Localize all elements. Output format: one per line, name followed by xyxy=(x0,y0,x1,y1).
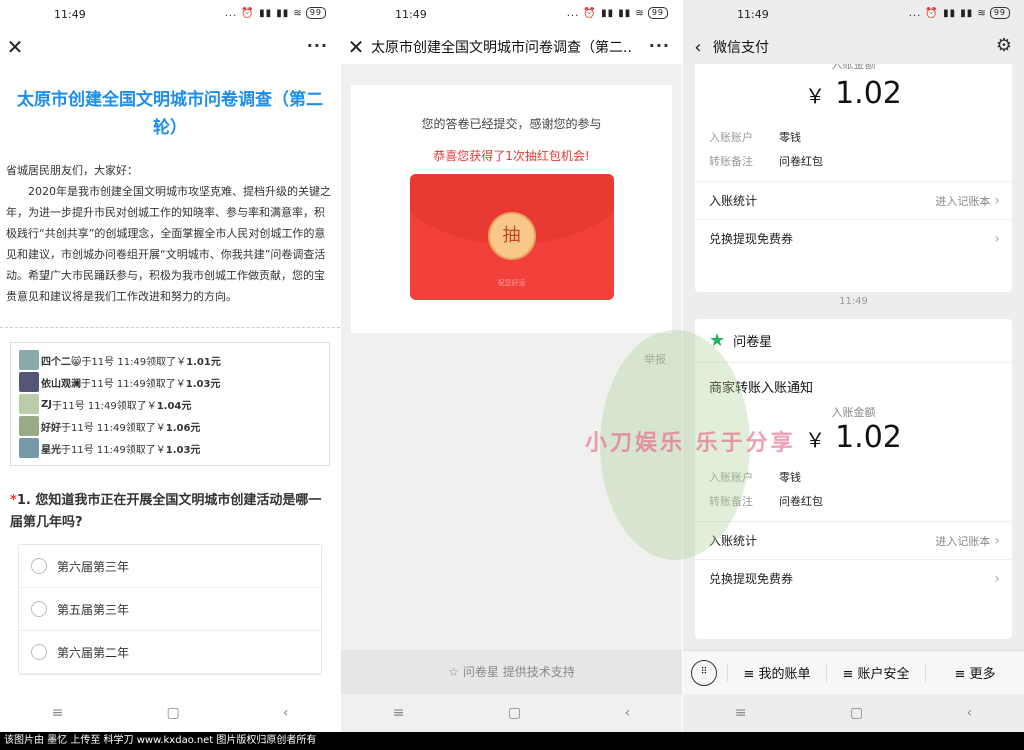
status-time: 11:49 xyxy=(395,8,427,21)
result-card: 您的答卷已经提交，感谢您的参与 恭喜您获得了1次抽红包机会! 抽 祝您好运 xyxy=(351,85,672,333)
tech-support-footer: ☆ 问卷星 提供技术支持 xyxy=(341,650,682,694)
chevron-right-icon: › xyxy=(994,532,1000,549)
radio-icon[interactable] xyxy=(31,601,47,617)
survey-body: 太原市创建全国文明城市问卷调查（第二轮） 省城居民朋友们，大家好： 2020年是… xyxy=(0,66,340,694)
menu-icon[interactable]: ≡ xyxy=(735,705,747,721)
android-nav: ≡ ▢ ‹ xyxy=(0,694,340,732)
home-icon[interactable]: ▢ xyxy=(166,705,179,721)
avatar xyxy=(19,372,39,392)
home-icon[interactable]: ▢ xyxy=(508,705,521,721)
winner-row: 依山观澜 于11号 11:49领取了￥ 1.03元 xyxy=(19,371,319,393)
battery-icon: 99 xyxy=(305,7,326,19)
survey-intro: 省城居民朋友们，大家好： 2020年是我市创建全国文明城市攻坚克难、提档升级的关… xyxy=(6,160,334,307)
back-icon[interactable]: ‹ xyxy=(283,705,289,721)
battery-icon: 99 xyxy=(989,7,1010,19)
winner-row: ZJ 于11号 11:49领取了￥ 1.04元 xyxy=(19,393,319,415)
close-icon[interactable]: ✕ xyxy=(0,35,30,59)
status-icons: ... ⏰ ▮▮ ▮▮ ≋ 99 xyxy=(225,7,326,19)
nav-bar: ‹ 微信支付 ⚙ xyxy=(683,30,1024,64)
option-3[interactable]: 第六届第二年 xyxy=(19,631,321,674)
account-row: 入账账户 零钱 xyxy=(709,131,801,144)
question-options: 第六届第三年 第五届第三年 第六届第二年 xyxy=(18,544,322,675)
stats-row[interactable]: 入账统计 进入记账本 › xyxy=(695,521,1012,559)
envelope-slogan: 祝您好运 xyxy=(497,279,526,287)
image-caption: 该图片由 墨忆 上传至 科学刀 www.kxdao.net 图片版权归原创者所有 xyxy=(0,732,1024,750)
back-icon[interactable]: ‹ xyxy=(967,705,973,721)
nav-bar: ✕ 太原市创建全国文明城市问卷调查（第二... ··· xyxy=(341,30,682,64)
battery-icon: 99 xyxy=(647,7,668,19)
message-timestamp: 11:49 xyxy=(839,296,868,307)
status-bar: 11:49 ... ⏰ ▮▮ ▮▮ ≋ 99 xyxy=(341,0,682,30)
status-time: 11:49 xyxy=(54,8,86,21)
android-nav: ≡ ▢ ‹ xyxy=(683,694,1024,732)
close-icon[interactable]: ✕ xyxy=(341,35,371,59)
status-bar: 11:49 ... ⏰ ▮▮ ▮▮ ≋ 99 xyxy=(683,0,1024,30)
keyboard-icon[interactable]: ⠿ xyxy=(691,659,717,686)
amount-label: 入账金额 xyxy=(831,64,876,71)
lucky-text: 恭喜您获得了1次抽红包机会! xyxy=(433,149,590,163)
back-icon[interactable]: ‹ xyxy=(625,705,631,721)
gear-icon[interactable]: ⚙ xyxy=(996,35,1012,56)
menu-account-security[interactable]: ≡ 账户安全 xyxy=(826,663,925,682)
winner-row: 星光 于11号 11:49领取了￥ 1.03元 xyxy=(19,437,319,459)
payment-card-previous: 入账金额 ￥ 1.02 入账账户 零钱 转账备注 问卷红包 入账统计 进入记账本 › 兑换… xyxy=(695,64,1012,292)
survey-screen: 11:49 ... ⏰ ▮▮ ▮▮ ≋ 99 ✕ ··· 太原市创建全国文明城市问… xyxy=(0,0,340,732)
amount-value: ￥ 1.02 xyxy=(805,76,902,111)
chevron-right-icon: › xyxy=(994,230,1000,247)
status-icons: ... ⏰ ▮▮ ▮▮ ≋ 99 xyxy=(567,7,668,19)
coupon-row[interactable]: 兑换提现免费券 › xyxy=(695,219,1012,257)
service-menu: ⠿ ≡ 我的账单 ≡ 账户安全 ≡ 更多 xyxy=(683,650,1024,694)
avatar xyxy=(19,416,39,436)
red-envelope[interactable]: 抽 祝您好运 xyxy=(409,174,614,300)
avatar xyxy=(19,350,39,370)
option-2[interactable]: 第五届第三年 xyxy=(19,588,321,631)
avatar xyxy=(19,438,39,458)
required-mark: * xyxy=(10,493,17,508)
winner-row: 四个二😸 于11号 11:49领取了￥ 1.01元 xyxy=(19,349,319,371)
star-icon: ☆ xyxy=(448,665,463,679)
menu-icon[interactable]: ≡ xyxy=(52,705,64,721)
coupon-row[interactable]: 兑换提现免费券 › xyxy=(695,559,1012,597)
winner-list: 四个二😸 于11号 11:49领取了￥ 1.01元 依山观澜 于11号 11:49领取… xyxy=(10,342,330,466)
menu-more[interactable]: ≡ 更多 xyxy=(925,663,1024,682)
wechat-pay-screen: 11:49 ... ⏰ ▮▮ ▮▮ ≋ 99 ‹ 微信支付 ⚙ 入账金额 ￥ 1.0… xyxy=(683,0,1024,732)
back-icon[interactable]: ‹ xyxy=(683,37,713,58)
nav-bar: ✕ ··· xyxy=(0,30,340,64)
home-icon[interactable]: ▢ xyxy=(850,705,863,721)
radio-icon[interactable] xyxy=(31,558,47,574)
status-icons: ... ⏰ ▮▮ ▮▮ ≋ 99 xyxy=(909,7,1010,19)
note-row: 转账备注 问卷红包 xyxy=(709,155,823,168)
option-1[interactable]: 第六届第三年 xyxy=(19,545,321,588)
avatar xyxy=(19,394,39,414)
winner-row: 好好 于11号 11:49领取了￥ 1.06元 xyxy=(19,415,319,437)
message-list: 入账金额 ￥ 1.02 入账账户 零钱 转账备注 问卷红包 入账统计 进入记账本 › 兑换… xyxy=(683,64,1024,650)
menu-my-bills[interactable]: ≡ 我的账单 xyxy=(727,663,826,682)
radio-icon[interactable] xyxy=(31,644,47,660)
survey-title: 太原市创建全国文明城市问卷调查（第二轮） xyxy=(17,90,323,138)
chevron-right-icon: › xyxy=(994,570,1000,587)
more-icon[interactable]: ··· xyxy=(307,36,328,55)
divider xyxy=(0,327,340,328)
page-title: 微信支付 xyxy=(713,40,769,56)
android-nav: ≡ ▢ ‹ xyxy=(341,694,682,732)
draw-button[interactable]: 抽 xyxy=(487,212,536,260)
menu-icon[interactable]: ≡ xyxy=(393,705,405,721)
greeting: 省城居民朋友们，大家好： xyxy=(6,164,138,177)
question-1: *1. 您知道我市正在开展全国文明城市创建活动是哪一届第几年吗? xyxy=(10,493,322,530)
merchant-header[interactable]: ★ 问卷星 xyxy=(695,319,1012,363)
chevron-right-icon: › xyxy=(994,192,1000,209)
intro-paragraph: 2020年是我市创建全国文明城市攻坚克难、提档升级的关键之年，为进一步提升市民对… xyxy=(6,185,331,303)
watermark-text: 小刀娱乐 乐于分享 xyxy=(585,431,796,456)
submitted-text: 您的答卷已经提交，感谢您的参与 xyxy=(421,117,602,131)
stats-row[interactable]: 入账统计 进入记账本 › xyxy=(695,181,1012,219)
page-title: 太原市创建全国文明城市问卷调查（第二... xyxy=(371,40,631,56)
status-bar: 11:49 ... ⏰ ▮▮ ▮▮ ≋ 99 xyxy=(0,0,340,30)
more-icon[interactable]: ··· xyxy=(649,36,670,55)
status-time: 11:49 xyxy=(737,8,769,21)
